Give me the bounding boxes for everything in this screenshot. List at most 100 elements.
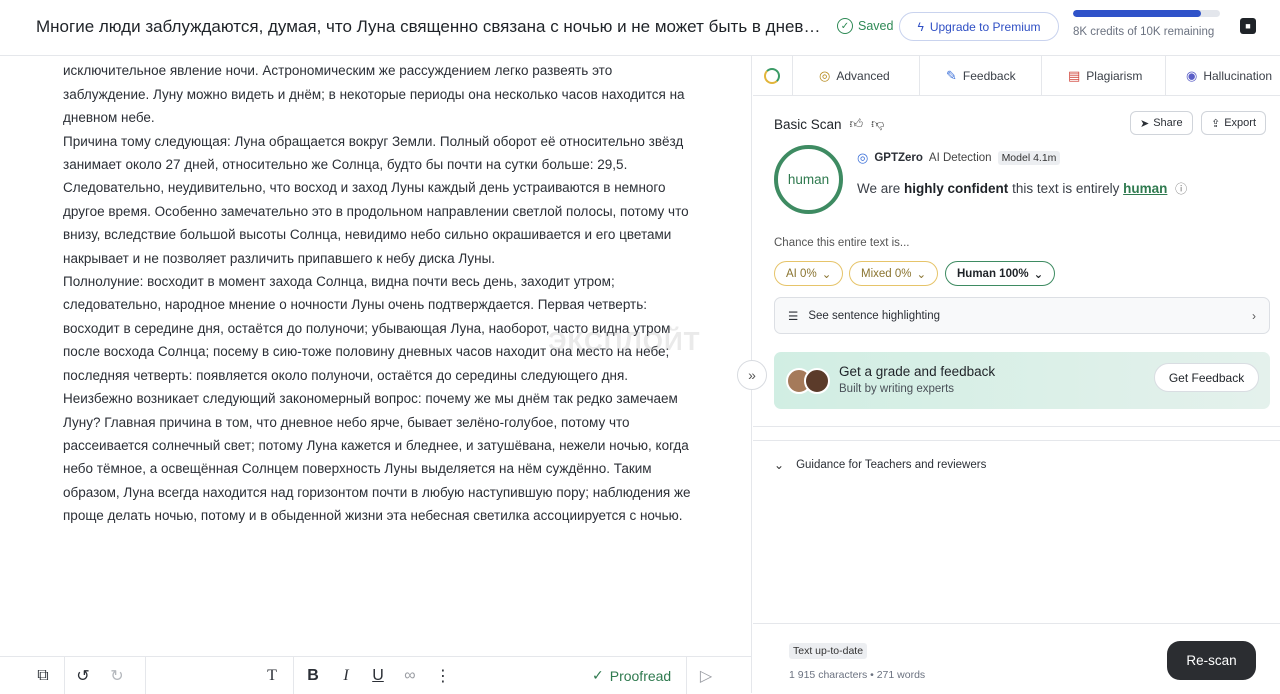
feedback-subtitle: Built by writing experts	[839, 383, 955, 395]
lock-icon[interactable]: ■	[1240, 18, 1256, 34]
text-style-icon[interactable]: T	[262, 666, 282, 686]
chevron-down-icon: ⌄	[1033, 268, 1044, 281]
share-label: Share	[1153, 117, 1183, 129]
editor-toolbar: ⧉ ↺ ↻ T B I U ∞ ⋮ ✓ Proofread ▷	[0, 656, 752, 694]
underline-icon[interactable]: U	[368, 666, 388, 686]
human-probability-pill[interactable]: Human 100% ⌄	[945, 261, 1056, 286]
list-search-icon: ☰	[788, 310, 799, 323]
feedback-title: Get a grade and feedback	[839, 364, 996, 379]
paragraph[interactable]: Неизбежно возникает следующий закономерн…	[63, 387, 693, 527]
loading-ring-icon	[764, 68, 780, 84]
credits-meter: 8K credits of 10K remaining	[1073, 10, 1220, 38]
undo-icon[interactable]: ↺	[73, 666, 93, 686]
confidence-middle: this text is entirely	[1012, 181, 1120, 196]
detector-name: GPTZero	[874, 152, 923, 164]
mixed-probability-pill[interactable]: Mixed 0% ⌄	[849, 261, 939, 286]
tab-label: Plagiarism	[1086, 69, 1143, 83]
info-icon[interactable]: ⓘ	[1175, 182, 1187, 196]
play-icon[interactable]: ▷	[696, 666, 716, 686]
editor-text[interactable]: незамедлительно появляется после Солнца,…	[63, 56, 693, 528]
document-icon: ▤	[1068, 68, 1081, 83]
avatar	[804, 368, 830, 394]
target-icon: ◎	[819, 68, 831, 83]
proofread-button[interactable]: ✓ Proofread	[592, 667, 671, 684]
double-chevron-right-icon: »	[748, 367, 756, 383]
get-feedback-button[interactable]: Get Feedback	[1154, 363, 1259, 392]
pill-label: Mixed 0%	[861, 267, 912, 280]
model-badge: Model 4.1m	[997, 151, 1061, 165]
detector-info: ◎ GPTZero AI Detection Model 4.1m	[857, 150, 1061, 166]
top-bar: Многие люди заблуждаются, думая, что Лун…	[0, 0, 1280, 56]
panel-footer: Text up-to-date 1 915 characters • 271 w…	[753, 623, 1280, 693]
toolbar-divider	[64, 657, 65, 694]
fingerprint-icon: ◉	[1186, 68, 1198, 83]
toolbar-divider	[293, 657, 294, 694]
tab-advanced[interactable]: ◎ Advanced	[793, 56, 920, 96]
toolbar-divider	[686, 657, 687, 694]
chevron-down-icon: ⌄	[774, 458, 785, 472]
text-counts: 1 915 characters • 271 words	[789, 669, 926, 681]
result-circle: human	[774, 145, 843, 214]
paragraph[interactable]: незамедлительно появляется после Солнца,…	[63, 56, 693, 130]
guidance-expander[interactable]: ⌄ Guidance for Teachers and reviewers	[774, 458, 986, 472]
result-label: human	[787, 172, 830, 187]
upgrade-button[interactable]: ϟ Upgrade to Premium	[899, 12, 1059, 41]
saved-label: Saved	[858, 19, 894, 33]
divider	[753, 440, 1280, 441]
export-label: Export	[1224, 117, 1257, 129]
link-icon[interactable]: ∞	[400, 666, 420, 686]
thumbs-up-icon[interactable]: 👍︎	[850, 116, 864, 132]
detection-panel: ◎ Advanced ✎ Feedback ▤ Plagiarism ◉ Hal…	[753, 56, 1280, 693]
tab-hallucination[interactable]: ◉ Hallucination	[1166, 56, 1280, 96]
editor[interactable]: незамедлительно появляется после Солнца,…	[0, 56, 752, 656]
confidence-strong: highly confident	[904, 181, 1009, 196]
document-title[interactable]: Многие люди заблуждаются, думая, что Лун…	[36, 17, 826, 37]
watermark: ЭКСПЛОЙТ	[548, 326, 701, 356]
pen-icon: ✎	[946, 68, 957, 83]
chevron-right-icon: ›	[1252, 308, 1256, 323]
ai-probability-pill[interactable]: AI 0% ⌄	[774, 261, 844, 286]
more-options-icon[interactable]: ⋮	[433, 666, 453, 686]
status-badge: Text up-to-date	[789, 643, 868, 659]
chance-label: Chance this entire text is...	[774, 237, 910, 249]
pill-label: AI 0%	[786, 267, 817, 280]
guidance-label: Guidance for Teachers and reviewers	[796, 459, 987, 471]
divider	[753, 426, 1280, 427]
check-circle-icon: ✓	[837, 18, 853, 34]
confidence-prefix: We are	[857, 181, 901, 196]
tab-label: Advanced	[836, 69, 890, 83]
scan-title: Basic Scan 👍︎ 👎︎	[774, 116, 884, 132]
expert-avatars	[786, 368, 832, 394]
thumbs-down-icon[interactable]: 👎︎	[871, 116, 884, 132]
tab-plagiarism[interactable]: ▤ Plagiarism	[1042, 56, 1166, 96]
tab-feedback[interactable]: ✎ Feedback	[920, 56, 1042, 96]
italic-icon[interactable]: I	[336, 666, 356, 686]
export-icon: ⇪	[1211, 117, 1221, 130]
scan-title-label: Basic Scan	[774, 116, 842, 132]
detector-suffix: AI Detection	[928, 152, 992, 164]
bold-icon[interactable]: B	[303, 666, 323, 686]
collapse-panel-button[interactable]: »	[737, 360, 767, 390]
tab-label: Feedback	[962, 69, 1016, 83]
credits-text: 8K credits of 10K remaining	[1073, 26, 1215, 38]
paragraph[interactable]: Причина тому следующая: Луна обращается …	[63, 130, 693, 270]
toolbar-divider	[145, 657, 146, 694]
redo-icon[interactable]: ↻	[107, 666, 127, 686]
proofread-icon: ✓	[592, 667, 604, 683]
sentence-highlighting-button[interactable]: ☰ See sentence highlighting ›	[774, 297, 1270, 334]
highlight-label: See sentence highlighting	[808, 309, 941, 322]
panel-tabs: ◎ Advanced ✎ Feedback ▤ Plagiarism ◉ Hal…	[753, 56, 1280, 96]
share-button[interactable]: ➤ Share	[1130, 111, 1193, 135]
credits-bar-fill	[1073, 10, 1201, 17]
export-button[interactable]: ⇪ Export	[1201, 111, 1267, 135]
saved-status: ✓ Saved	[837, 18, 893, 34]
copy-icon[interactable]: ⧉	[33, 666, 53, 686]
tab-basic-scan[interactable]	[753, 56, 793, 96]
rescan-button[interactable]: Re-scan	[1167, 641, 1256, 680]
confidence-verdict[interactable]: human	[1123, 181, 1167, 196]
pill-label: Human 100%	[957, 267, 1029, 280]
feedback-card: Get a grade and feedback Built by writin…	[774, 352, 1270, 409]
chevron-down-icon: ⌄	[916, 268, 927, 281]
proofread-label: Proofread	[609, 667, 672, 684]
tab-label: Hallucination	[1203, 69, 1273, 83]
